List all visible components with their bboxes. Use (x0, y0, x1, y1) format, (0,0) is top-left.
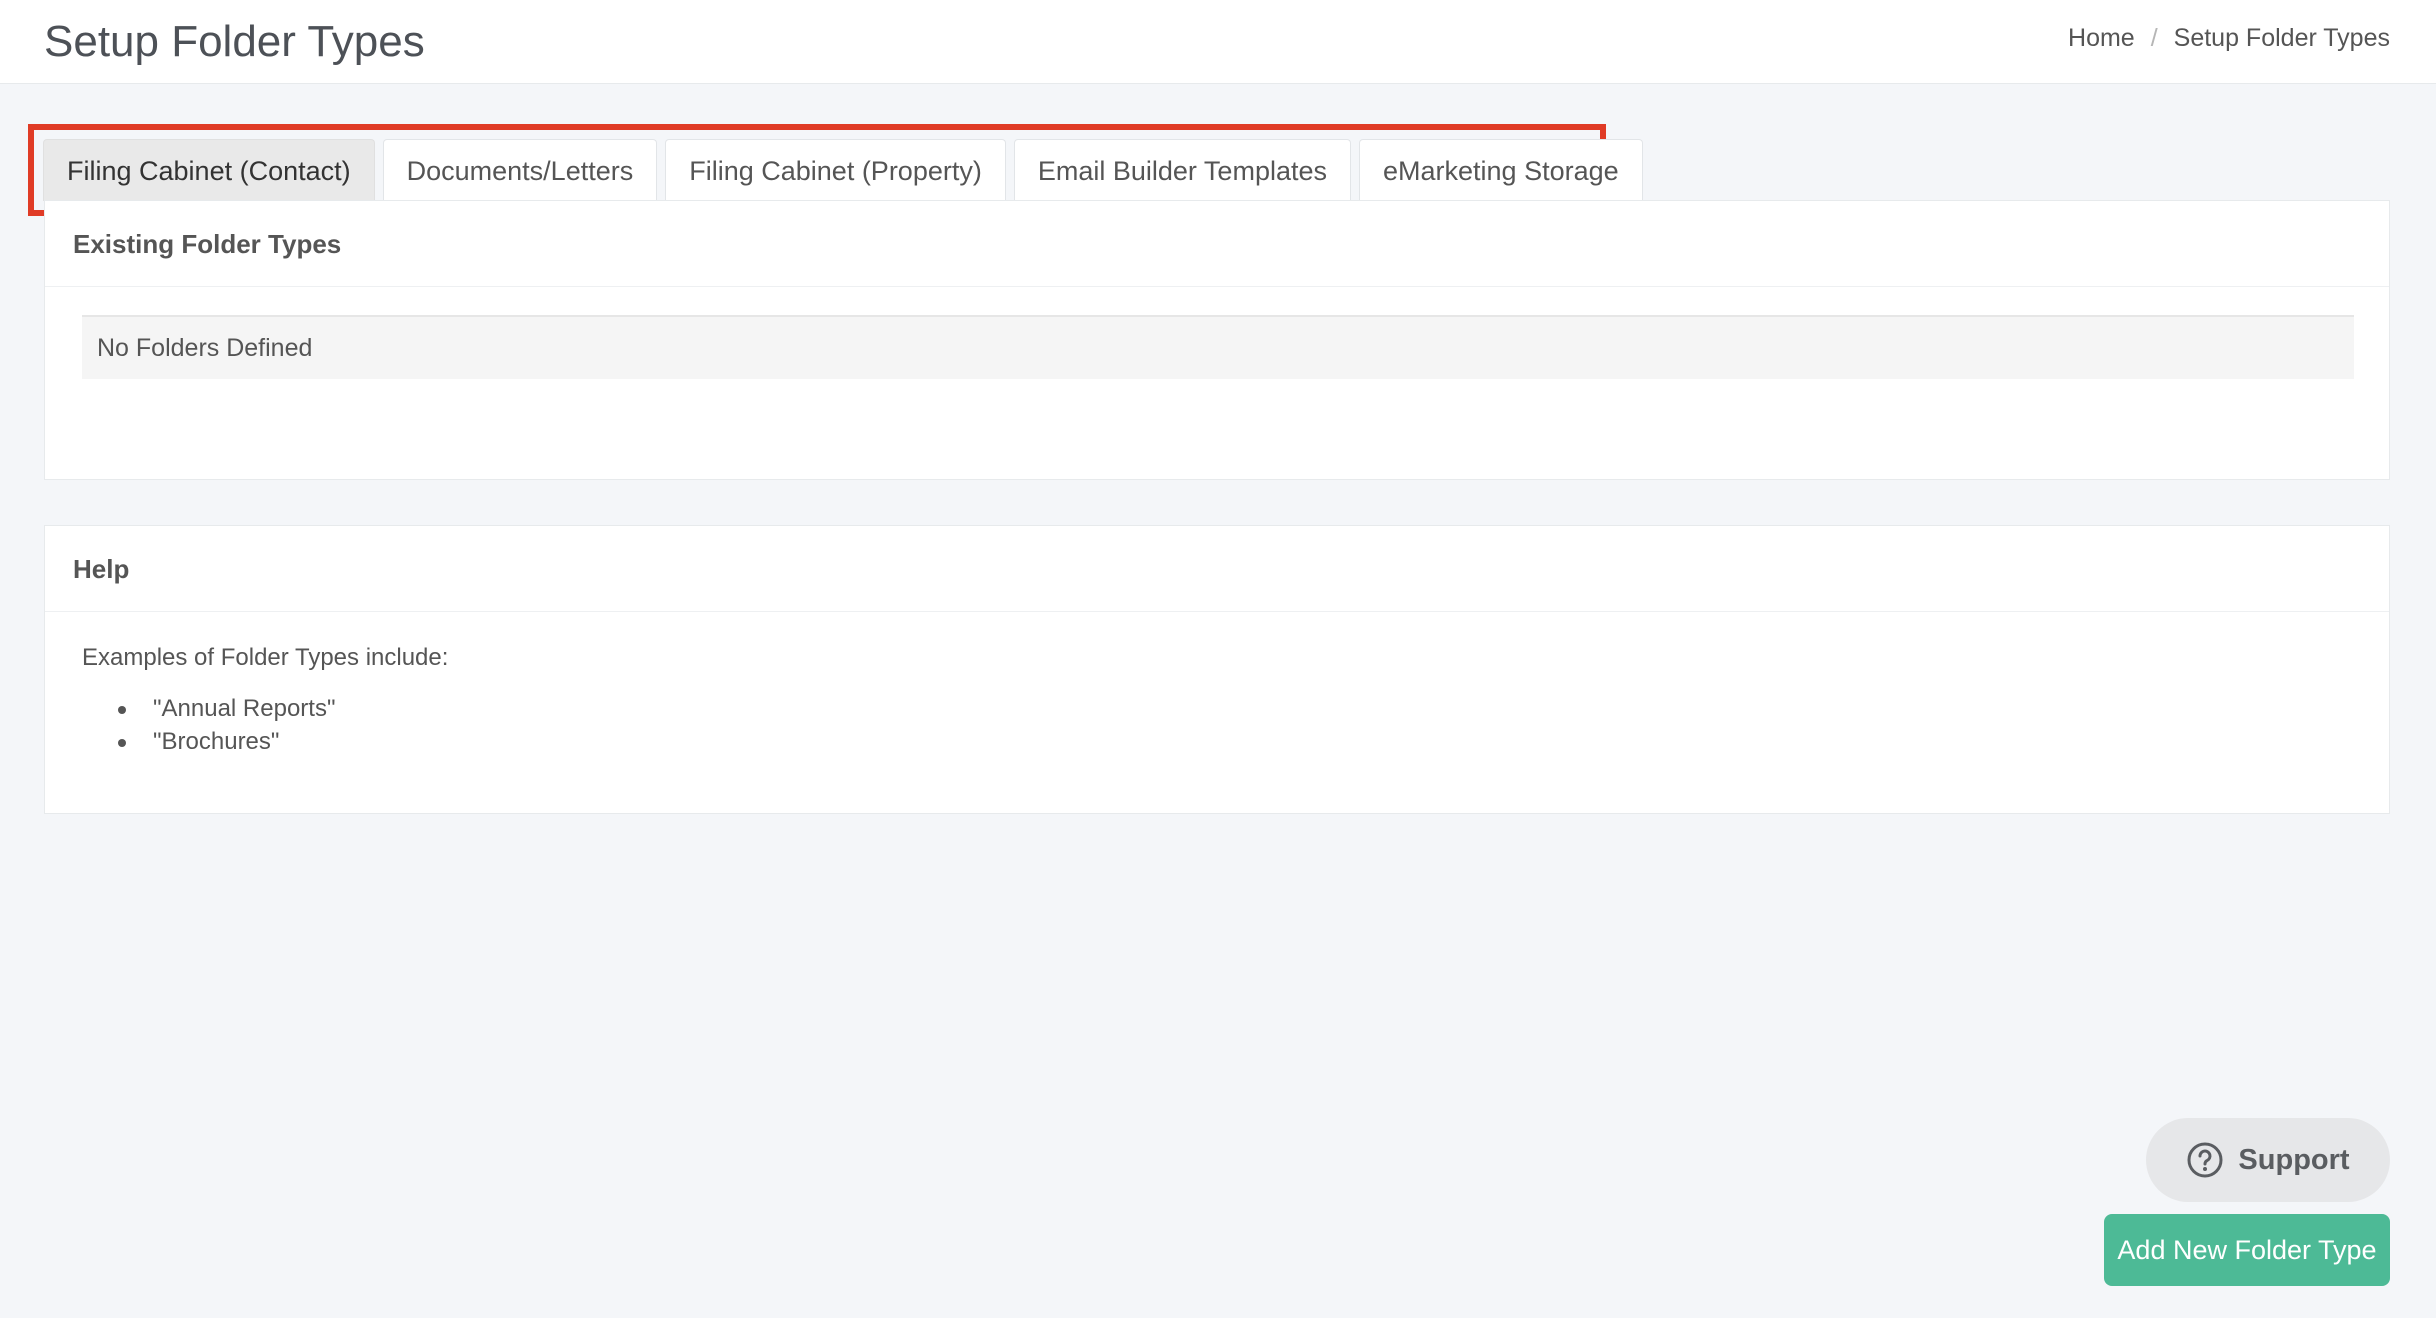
add-new-folder-type-button[interactable]: Add New Folder Type (2104, 1214, 2390, 1286)
panel-heading: Help (45, 526, 2389, 612)
tab-emarketing-storage[interactable]: eMarketing Storage (1359, 139, 1643, 201)
breadcrumb-separator: / (2150, 24, 2158, 52)
panel-heading: Existing Folder Types (45, 201, 2389, 287)
question-circle-icon (2187, 1142, 2223, 1178)
help-intro: Examples of Folder Types include: (82, 644, 449, 671)
empty-folders-message: No Folders Defined (82, 315, 2354, 379)
page-title: Setup Folder Types (44, 17, 425, 66)
tab-filing-cabinet-contact[interactable]: Filing Cabinet (Contact) (43, 139, 375, 201)
page-header: Setup Folder Types Home / Setup Folder T… (0, 0, 2436, 84)
tab-filing-cabinet-property[interactable]: Filing Cabinet (Property) (665, 139, 1006, 201)
help-panel: Help Examples of Folder Types include: "… (44, 525, 2390, 814)
help-body: Examples of Folder Types include: "Annua… (45, 612, 2389, 758)
support-button-label: Support (2238, 1143, 2350, 1176)
tab-documents-letters[interactable]: Documents/Letters (382, 139, 658, 201)
support-button[interactable]: Support (2146, 1118, 2390, 1202)
tab-email-builder-templates[interactable]: Email Builder Templates (1013, 139, 1351, 201)
list-item: "Brochures" (118, 725, 2389, 758)
breadcrumb-current: Setup Folder Types (2173, 24, 2390, 52)
folder-type-tabs: Filing Cabinet (Contact) Documents/Lette… (43, 139, 1643, 201)
breadcrumb-home-link[interactable]: Home (2068, 20, 2135, 56)
list-item: "Annual Reports" (118, 692, 2389, 725)
help-examples-list: "Annual Reports" "Brochures" (82, 692, 2389, 758)
breadcrumb: Home / Setup Folder Types (2068, 20, 2390, 56)
existing-folder-types-panel: Existing Folder Types No Folders Defined (44, 200, 2390, 480)
